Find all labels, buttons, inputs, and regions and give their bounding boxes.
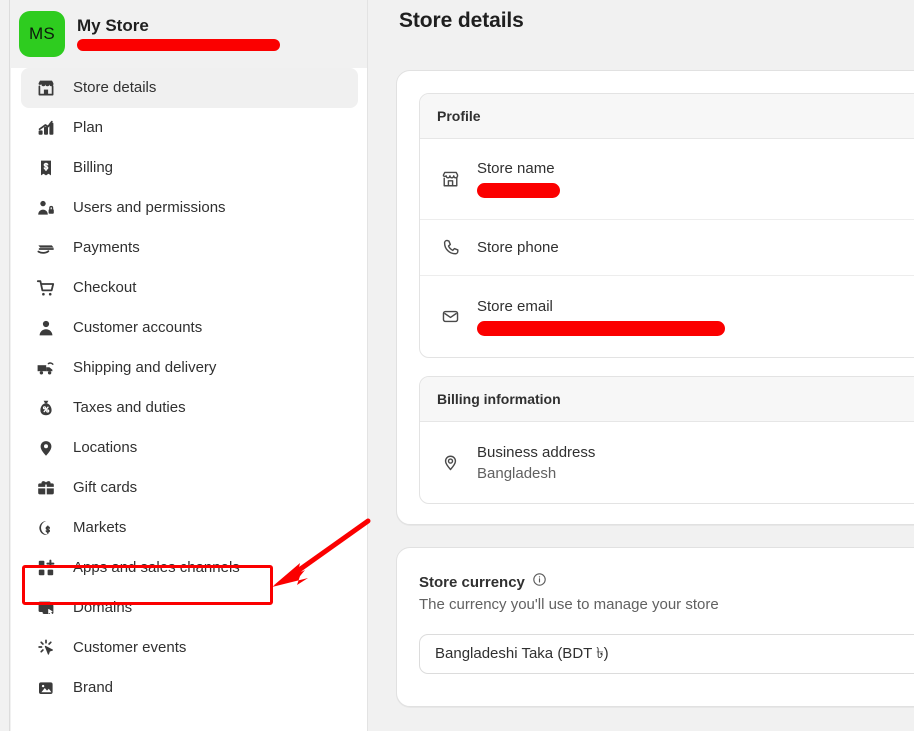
store-subtitle-wrap xyxy=(77,37,292,55)
sidebar-item-label: Locations xyxy=(73,439,138,456)
business-address-label: Business address xyxy=(477,443,596,461)
sidebar-item-label: Brand xyxy=(73,679,114,696)
sidebar-item-customer-accounts[interactable]: Customer accounts xyxy=(21,308,358,348)
sidebar-item-label: Customer accounts xyxy=(73,319,203,336)
envelope-icon xyxy=(437,307,463,326)
location-pin-icon xyxy=(437,453,463,472)
store-currency-card: Store currency The currency you'll use t… xyxy=(396,547,914,707)
sidebar-item-plan[interactable]: Plan xyxy=(21,108,358,148)
sidebar-item-label: Markets xyxy=(73,519,127,536)
sidebar-item-label: Domains xyxy=(73,599,133,616)
billing-subcard: Billing information Business address Ban… xyxy=(419,376,914,504)
users-lock-icon xyxy=(30,188,62,228)
store-name-label: Store name xyxy=(477,160,555,177)
store-header[interactable]: MS My Store xyxy=(11,0,367,68)
store-details-card: Profile Store name Store phone Store ema… xyxy=(396,70,914,525)
payments-card-icon xyxy=(30,228,62,268)
sidebar-item-payments[interactable]: Payments xyxy=(21,228,358,268)
click-events-icon xyxy=(30,628,62,668)
sidebar-item-gift-cards[interactable]: Gift cards xyxy=(21,468,358,508)
sidebar-item-users-and-permissions[interactable]: Users and permissions xyxy=(21,188,358,228)
sidebar-item-label: Store details xyxy=(73,79,157,96)
sidebar-item-brand[interactable]: Brand xyxy=(21,668,358,708)
business-address-value: Bangladesh xyxy=(477,464,557,482)
sidebar-item-apps-and-sales-channels[interactable]: Apps and sales channels xyxy=(21,548,358,588)
person-icon xyxy=(30,308,62,348)
row-store-email[interactable]: Store email xyxy=(420,276,914,357)
currency-select[interactable]: Bangladeshi Taka (BDT ৳) xyxy=(419,634,914,674)
sidebar-item-label: Shipping and delivery xyxy=(73,359,217,376)
sidebar-item-label: Taxes and duties xyxy=(73,399,186,416)
store-email-label: Store email xyxy=(477,297,553,315)
sidebar-item-label: Gift cards xyxy=(73,479,138,496)
brand-image-icon xyxy=(30,668,62,708)
sidebar-item-domains[interactable]: Domains xyxy=(21,588,358,628)
store-phone-label: Store phone xyxy=(477,239,559,256)
sidebar-item-store-details[interactable]: Store details xyxy=(21,68,358,108)
delivery-truck-icon xyxy=(30,348,62,388)
sidebar-item-label: Plan xyxy=(73,119,104,136)
redaction-bar-store-subtitle xyxy=(77,39,280,51)
sidebar-item-taxes-and-duties[interactable]: Taxes and duties xyxy=(21,388,358,428)
business-address-body: Business address Bangladesh xyxy=(477,442,595,484)
billing-receipt-icon xyxy=(30,148,62,188)
tax-money-bag-icon xyxy=(30,388,62,428)
plan-chart-icon xyxy=(30,108,62,148)
profile-subcard: Profile Store name Store phone Store ema… xyxy=(419,93,914,358)
main-panel: Store details Profile Store name Store p… xyxy=(369,0,914,731)
row-store-name[interactable]: Store name xyxy=(420,139,914,220)
sidebar-item-label: Payments xyxy=(73,239,140,256)
avatar: MS xyxy=(19,11,65,57)
billing-header-label: Billing information xyxy=(437,391,561,407)
apps-grid-plus-icon xyxy=(30,548,62,588)
sidebar-item-billing[interactable]: Billing xyxy=(21,148,358,188)
sidebar-item-checkout[interactable]: Checkout xyxy=(21,268,358,308)
redaction-bar-store-email xyxy=(477,320,725,336)
currency-description: The currency you'll use to manage your s… xyxy=(419,596,719,613)
storefront-icon xyxy=(30,68,62,108)
sidebar-item-customer-events[interactable]: Customer events xyxy=(21,628,358,668)
store-email-body: Store email xyxy=(477,296,737,338)
storefront-icon xyxy=(437,170,463,189)
sidebar-item-label: Checkout xyxy=(73,279,137,296)
currency-title-row: Store currency xyxy=(419,572,547,592)
store-email-value-wrap xyxy=(477,317,737,338)
shopping-cart-icon xyxy=(30,268,62,308)
left-gutter xyxy=(0,0,10,731)
sidebar-item-shipping-and-delivery[interactable]: Shipping and delivery xyxy=(21,348,358,388)
store-name-value-wrap xyxy=(477,179,567,200)
location-pin-icon xyxy=(30,428,62,468)
store-name-title: My Store xyxy=(77,16,149,35)
globe-dollar-icon xyxy=(30,508,62,548)
store-phone-body: Store phone xyxy=(477,237,559,258)
sidebar-item-markets[interactable]: Markets xyxy=(21,508,358,548)
billing-subcard-header: Billing information xyxy=(420,377,914,422)
sidebar-item-label: Customer events xyxy=(73,639,187,656)
info-circle-icon[interactable] xyxy=(532,572,547,592)
phone-icon xyxy=(437,238,463,257)
sidebar-item-locations[interactable]: Locations xyxy=(21,428,358,468)
domains-icon xyxy=(30,588,62,628)
sidebar-nav: Store details Plan Billing Users and permis… xyxy=(11,68,367,708)
redaction-bar-store-name xyxy=(477,183,560,198)
profile-header-label: Profile xyxy=(437,108,481,124)
store-details-page: MS My Store Store details Plan Billing User… xyxy=(0,0,914,731)
store-name-body: Store name xyxy=(477,158,567,200)
gift-card-icon xyxy=(30,468,62,508)
sidebar-item-label: Billing xyxy=(73,159,114,176)
page-title: Store details xyxy=(399,9,524,32)
settings-sidebar: MS My Store Store details Plan Billing User… xyxy=(11,0,368,731)
sidebar-item-label: Users and permissions xyxy=(73,199,226,216)
currency-title: Store currency xyxy=(419,573,525,591)
store-meta: My Store xyxy=(77,13,292,55)
row-store-phone[interactable]: Store phone xyxy=(420,220,914,276)
currency-select-value: Bangladeshi Taka (BDT ৳) xyxy=(435,644,609,662)
profile-subcard-header: Profile xyxy=(420,94,914,139)
row-business-address[interactable]: Business address Bangladesh xyxy=(420,422,914,503)
sidebar-item-label: Apps and sales channels xyxy=(73,559,240,576)
